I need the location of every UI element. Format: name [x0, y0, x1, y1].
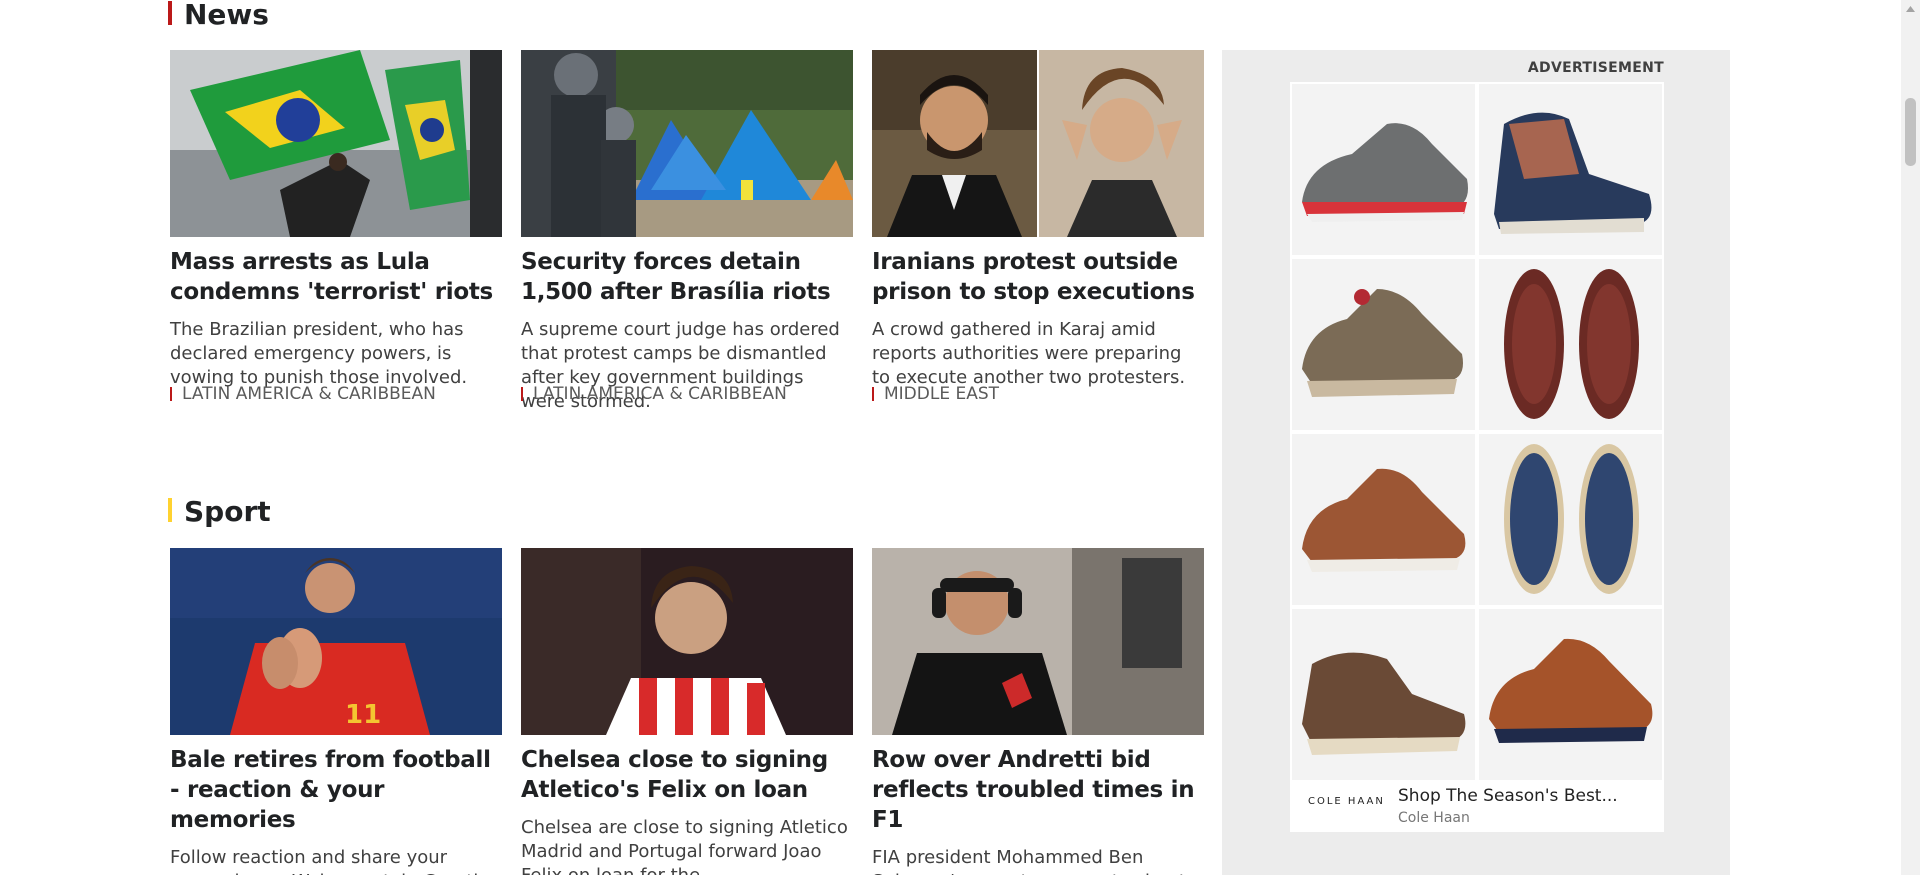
news-section-title[interactable]: News — [168, 0, 269, 32]
news-card-iran[interactable]: Iranians protest outside prison to stop … — [872, 50, 1204, 390]
sport-image-felix[interactable] — [521, 548, 853, 735]
shoe-product-image[interactable] — [1292, 434, 1475, 605]
news-image-portraits[interactable] — [872, 50, 1204, 237]
sport-headline[interactable]: Chelsea close to signing Atletico's Feli… — [521, 745, 853, 805]
shoe-product-image[interactable] — [1292, 609, 1475, 780]
sport-headline[interactable]: Row over Andretti bid reflects troubled … — [872, 745, 1204, 835]
ad-footer-link[interactable]: COLE HAAN Shop The Season's Best... Cole… — [1290, 778, 1664, 832]
ad-headline[interactable]: Shop The Season's Best... — [1398, 786, 1618, 806]
news-tag-link[interactable]: LATIN AMERICA & CARIBBEAN — [521, 383, 787, 405]
sport-summary: Follow reaction and share your memories … — [170, 847, 485, 875]
shoe-product-image[interactable] — [1479, 84, 1662, 255]
sport-headline[interactable]: Bale retires from football - reaction & … — [170, 745, 502, 835]
scrollbar-thumb[interactable] — [1905, 98, 1916, 166]
shoe-product-image[interactable] — [1292, 259, 1475, 430]
cole-haan-logo: COLE HAAN — [1308, 796, 1385, 807]
sport-card-felix[interactable]: Chelsea close to signing Atletico's Feli… — [521, 548, 853, 875]
advertisement-panel: ADVERTISEMENT ▷ ✕ — [1222, 50, 1730, 875]
shoe-product-image[interactable] — [1292, 84, 1475, 255]
shoe-product-image[interactable] — [1479, 609, 1662, 780]
news-headline[interactable]: Iranians protest outside prison to stop … — [872, 247, 1204, 307]
scroll-up-arrow-icon[interactable] — [1901, 0, 1920, 18]
news-summary: A crowd gathered in Karaj amid reports a… — [872, 319, 1186, 388]
sport-section-title[interactable]: Sport — [168, 495, 271, 529]
svg-text:11: 11 — [345, 700, 381, 730]
shoe-product-image[interactable] — [1479, 434, 1662, 605]
news-headline[interactable]: Security forces detain 1,500 after Brasí… — [521, 247, 853, 307]
news-card-brasilia[interactable]: Security forces detain 1,500 after Brasí… — [521, 50, 853, 414]
news-card-lula[interactable]: Mass arrests as Lula condemns 'terrorist… — [170, 50, 502, 390]
news-headline[interactable]: Mass arrests as Lula condemns 'terrorist… — [170, 247, 502, 307]
ad-product-grid — [1292, 84, 1662, 780]
advertisement-banner[interactable]: ▷ ✕ — [1290, 82, 1664, 832]
sport-image-bale[interactable]: 11 — [170, 548, 502, 735]
sport-card-bale[interactable]: 11 Bale retires from football - reaction… — [170, 548, 502, 875]
news-image-protest-camp[interactable] — [521, 50, 853, 237]
news-summary: The Brazilian president, who has declare… — [170, 319, 468, 388]
news-tag-link[interactable]: MIDDLE EAST — [872, 383, 999, 405]
news-tag-link[interactable]: LATIN AMERICA & CARIBBEAN — [170, 383, 436, 405]
sport-summary: FIA president Mohammed Ben Sulayem's rec… — [872, 847, 1186, 875]
news-image-brazil-flag[interactable] — [170, 50, 502, 237]
page-scrollbar[interactable] — [1901, 0, 1920, 875]
shoe-product-image[interactable] — [1479, 259, 1662, 430]
sport-summary: Chelsea are close to signing Atletico Ma… — [521, 817, 848, 875]
advertisement-label: ADVERTISEMENT — [1527, 60, 1664, 76]
sport-card-andretti[interactable]: Row over Andretti bid reflects troubled … — [872, 548, 1204, 875]
sport-image-andretti[interactable] — [872, 548, 1204, 735]
ad-brand-name: Cole Haan — [1398, 810, 1470, 826]
